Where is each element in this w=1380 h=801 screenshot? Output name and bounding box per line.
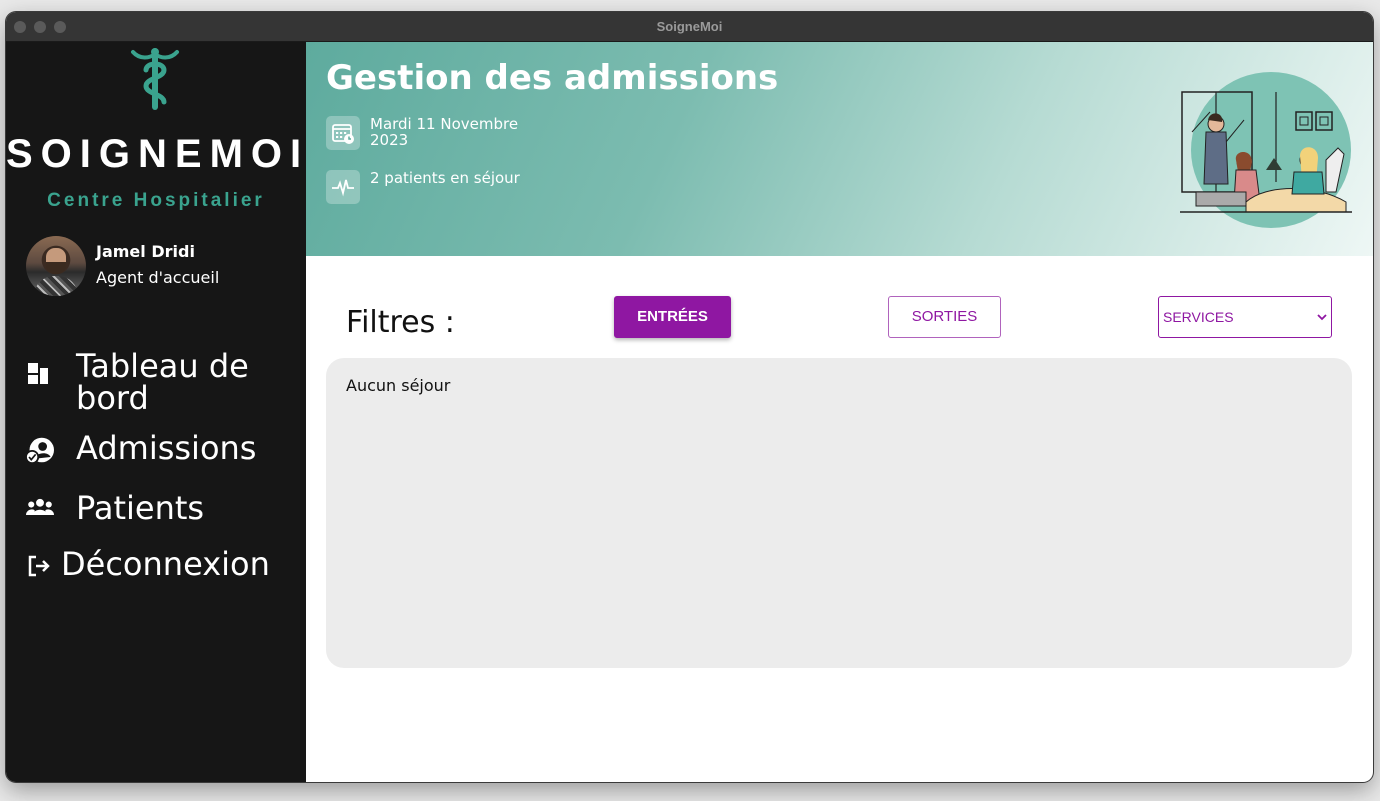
nav-label-admissions: Admissions [76, 429, 257, 467]
entries-filter-button[interactable]: ENTRÉES [614, 296, 731, 338]
calendar-clock-icon [326, 116, 360, 150]
filters-label: Filtres : [346, 305, 455, 340]
nav-label-patients: Patients [76, 489, 205, 527]
current-date: Mardi 11 Novembre 2023 [370, 115, 519, 149]
page-header: Gestion des admissions Mardi 11 Novembre… [306, 42, 1373, 256]
caduceus-logo-icon [131, 48, 179, 110]
services-select-value: SERVICES [1163, 309, 1234, 325]
brand-subtitle: Centre Hospitalier [47, 190, 265, 211]
user-name: Jamel Dridi [96, 242, 195, 261]
nav-item-dashboard[interactable]: Tableau de bord [6, 350, 306, 414]
nav-item-admissions[interactable]: Admissions [6, 432, 306, 472]
nav-item-logout[interactable]: Déconnexion [6, 548, 306, 588]
app-window: SoigneMoi SOIGNEMOI Centre Hospitalier J… [6, 12, 1373, 782]
dashboard-icon [28, 363, 48, 384]
avatar [26, 236, 86, 296]
window-title: SoigneMoi [656, 19, 723, 34]
logout-icon [28, 555, 50, 577]
heartbeat-icon [326, 170, 360, 204]
chevron-down-icon [1317, 314, 1327, 321]
hospital-room-illustration [1180, 72, 1352, 228]
stays-panel: Aucun séjour [326, 358, 1352, 668]
users-group-icon [26, 498, 54, 515]
admission-user-check-icon [26, 437, 54, 464]
exits-filter-button[interactable]: SORTIES [888, 296, 1001, 338]
sidebar: SOIGNEMOI Centre Hospitalier Jamel Dridi… [6, 42, 306, 782]
empty-state-message: Aucun séjour [346, 376, 451, 395]
nav-label-dashboard: Tableau de bord [76, 347, 249, 417]
title-bar: SoigneMoi [6, 12, 1373, 42]
page-title: Gestion des admissions [326, 58, 779, 98]
user-role: Agent d'accueil [96, 268, 220, 287]
nav-label-logout: Déconnexion [61, 545, 270, 583]
brand-name: SOIGNEMOI [6, 132, 310, 176]
services-select[interactable]: SERVICES [1158, 296, 1332, 338]
patients-count: 2 patients en séjour [370, 169, 520, 187]
nav-item-patients[interactable]: Patients [6, 492, 306, 532]
